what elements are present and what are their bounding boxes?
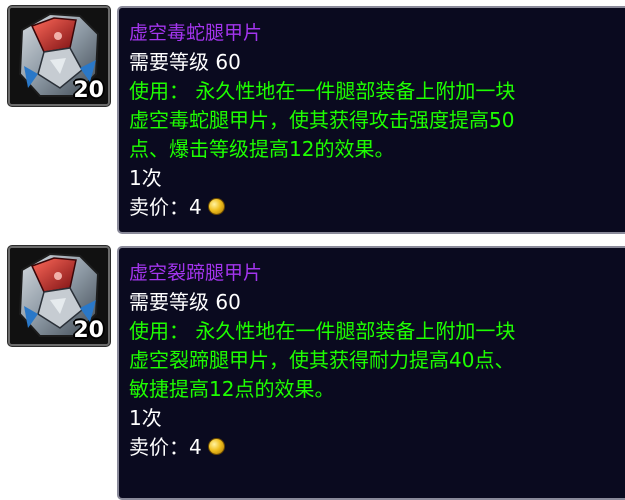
sell-price: 卖价：4 (129, 433, 625, 462)
use-effect-line: 点、爆击等级提高12的效果。 (129, 137, 395, 161)
gold-coin-icon (207, 438, 225, 455)
sell-price-label: 卖价： (129, 435, 189, 459)
use-effect-line: 虚空毒蛇腿甲片，使其获得攻击强度提高50 (129, 108, 515, 132)
item-slot-1[interactable]: 20 (8, 6, 110, 106)
level-requirement: 需要等级 60 (129, 50, 241, 74)
use-effect-line: 虚空裂蹄腿甲片，使其获得耐力提高40点、 (129, 348, 515, 372)
use-effect-line: 使用： 永久性地在一件腿部装备上附加一块 (129, 319, 516, 343)
item-entry-1: 20 虚空毒蛇腿甲片 需要等级 60 使用： 永久性地在一件腿部装备上附加一块 … (0, 0, 625, 234)
item-tooltip: 虚空裂蹄腿甲片 需要等级 60 使用： 永久性地在一件腿部装备上附加一块 虚空裂… (117, 246, 625, 500)
item-entry-2: 20 虚空裂蹄腿甲片 需要等级 60 使用： 永久性地在一件腿部装备上附加一块 … (0, 240, 625, 500)
sell-price-value: 4 (189, 435, 202, 459)
sell-price-value: 4 (189, 195, 202, 219)
charges: 1次 (129, 406, 162, 430)
charges: 1次 (129, 166, 162, 190)
sell-price: 卖价：4 (129, 193, 625, 222)
stack-count: 20 (73, 318, 104, 343)
stack-count: 20 (73, 78, 104, 103)
gold-coin-icon (207, 198, 225, 215)
item-name: 虚空毒蛇腿甲片 (129, 22, 263, 44)
use-effect-line: 敏捷提高12点的效果。 (129, 377, 335, 401)
item-tooltip: 虚空毒蛇腿甲片 需要等级 60 使用： 永久性地在一件腿部装备上附加一块 虚空毒… (117, 6, 625, 234)
item-name: 虚空裂蹄腿甲片 (129, 262, 263, 284)
use-effect-line: 使用： 永久性地在一件腿部装备上附加一块 (129, 79, 516, 103)
sell-price-label: 卖价： (129, 195, 189, 219)
item-slot-2[interactable]: 20 (8, 246, 110, 346)
level-requirement: 需要等级 60 (129, 290, 241, 314)
